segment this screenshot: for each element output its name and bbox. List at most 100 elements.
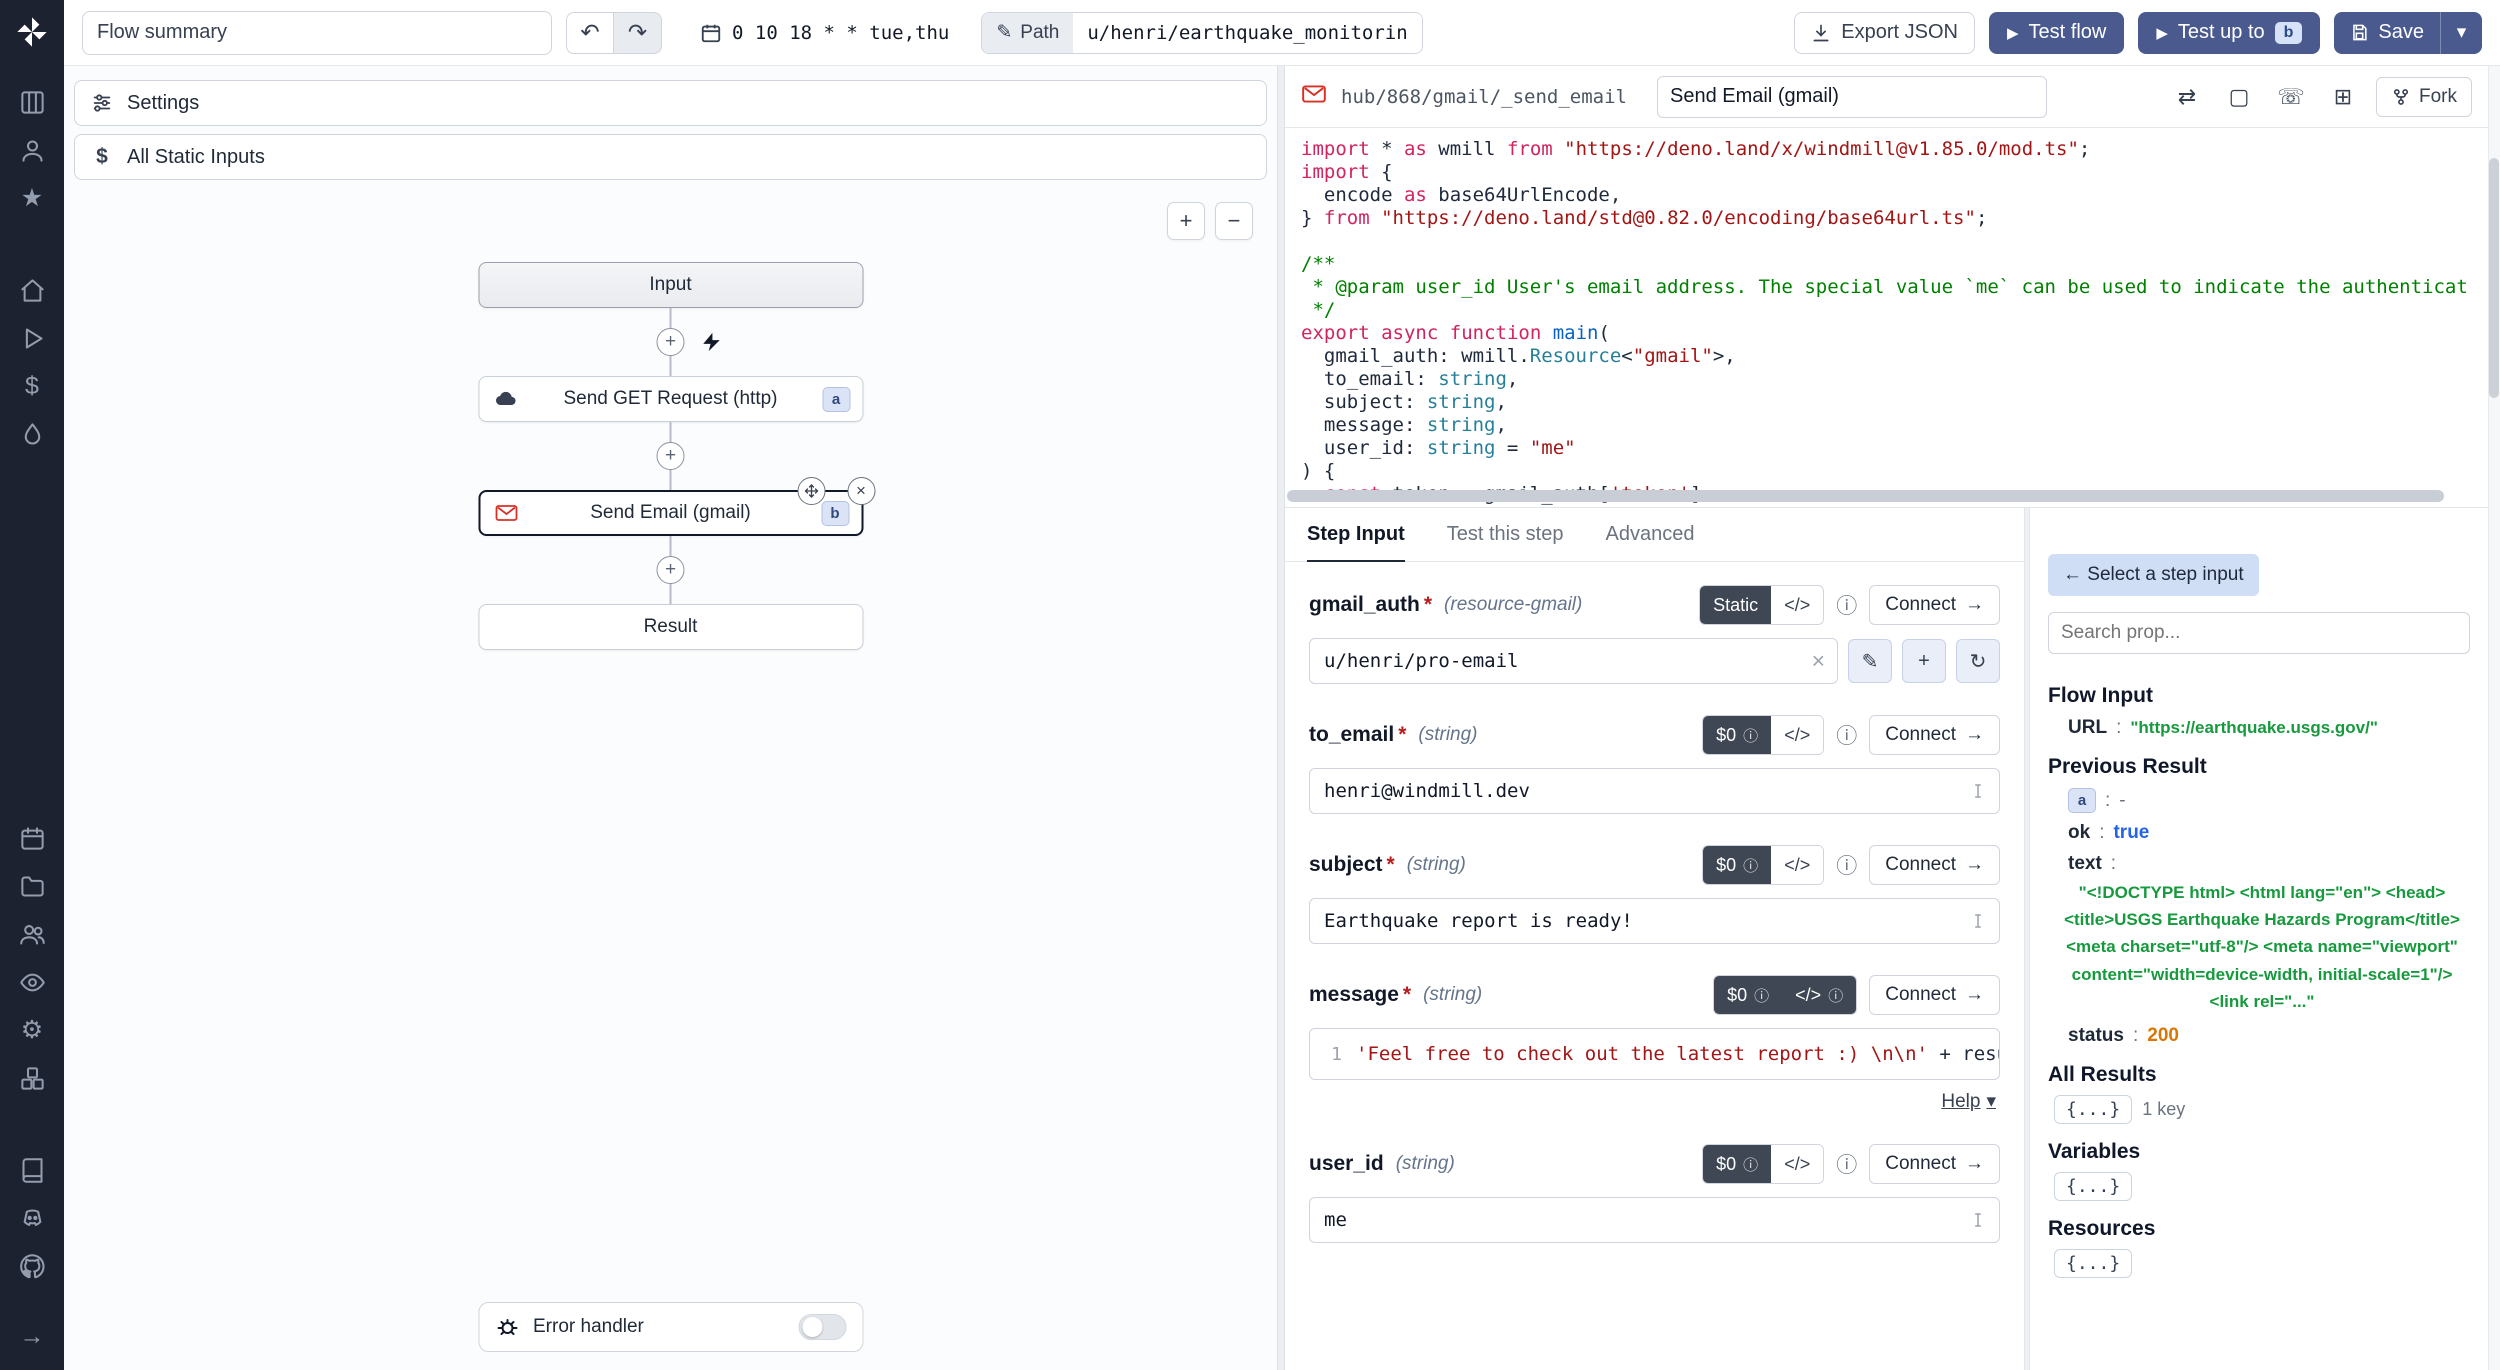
horizontal-scrollbar[interactable]: [1287, 490, 2444, 502]
schedule-display[interactable]: 0 10 18 * * tue,thu: [700, 22, 949, 44]
folders-icon[interactable]: [12, 866, 52, 906]
flow-summary-input[interactable]: [82, 11, 552, 55]
panel-resize-handle[interactable]: [1277, 66, 1285, 1370]
variables-object-chip[interactable]: {...}: [2054, 1172, 2132, 1201]
all-static-inputs-bar[interactable]: $ All Static Inputs: [74, 134, 1267, 180]
flow-canvas[interactable]: + − Input +: [64, 184, 1277, 1370]
code-mode-button[interactable]: </>ⓘ: [1782, 976, 1856, 1014]
delete-node-button[interactable]: ×: [847, 477, 875, 505]
code-mode-button[interactable]: </>: [1771, 846, 1823, 884]
node-http-get[interactable]: Send GET Request (http) a: [478, 376, 863, 422]
home-icon[interactable]: [12, 270, 52, 310]
tab-test-this-step[interactable]: Test this step: [1447, 508, 1564, 562]
swap-icon[interactable]: ⇄: [2168, 78, 2206, 116]
connect-button[interactable]: Connect→: [1869, 585, 2000, 625]
scrollbar-thumb[interactable]: [2489, 158, 2499, 398]
schedules-calendar-icon[interactable]: [12, 818, 52, 858]
error-handler-toggle[interactable]: [798, 1314, 846, 1340]
code-mode-button[interactable]: </>: [1771, 716, 1823, 754]
select-step-input-button[interactable]: ← Select a step input: [2048, 554, 2259, 596]
settings-bar[interactable]: Settings: [74, 80, 1267, 126]
subject-input[interactable]: [1309, 898, 2000, 944]
to-email-input[interactable]: [1309, 768, 2000, 814]
prop-row-ok[interactable]: ok : true: [2068, 822, 2470, 844]
workers-boxes-icon[interactable]: [12, 1058, 52, 1098]
expr-badge[interactable]: $0ⓘ: [1703, 1145, 1771, 1183]
user-icon[interactable]: [12, 130, 52, 170]
windmill-logo-icon[interactable]: [12, 12, 52, 52]
prop-row-status[interactable]: status : 200: [2068, 1025, 2470, 1047]
code-mode-button[interactable]: </>: [1771, 1145, 1823, 1183]
text-value[interactable]: "<!DOCTYPE html> <html lang="en"> <head>…: [2054, 879, 2470, 1015]
static-mode-button[interactable]: Static: [1700, 586, 1771, 624]
settings-gear-icon[interactable]: ⚙: [12, 1010, 52, 1050]
add-resource-button[interactable]: +: [1902, 639, 1946, 683]
info-icon[interactable]: ⓘ: [1836, 850, 1857, 880]
vertical-scrollbar[interactable]: [2488, 66, 2500, 1370]
test-flow-button[interactable]: ▶ Test flow: [1989, 12, 2124, 54]
clear-icon[interactable]: ×: [1812, 648, 1825, 675]
move-node-handle[interactable]: [797, 477, 825, 505]
message-expression-editor[interactable]: 1 'Feel free to check out the latest rep…: [1309, 1028, 2000, 1080]
node-input[interactable]: Input: [478, 262, 863, 308]
tab-step-input[interactable]: Step Input: [1307, 508, 1405, 562]
redo-button[interactable]: ↷: [614, 12, 662, 54]
zoom-out-button[interactable]: −: [1215, 202, 1253, 240]
zoom-in-button[interactable]: +: [1167, 202, 1205, 240]
test-up-to-button[interactable]: ▶ Test up to b: [2138, 12, 2320, 54]
grid-icon[interactable]: ⊞: [2324, 78, 2362, 116]
connect-button[interactable]: Connect→: [1869, 715, 2000, 755]
prop-row-text[interactable]: text :: [2068, 853, 2470, 875]
text-cursor-icon[interactable]: [1969, 1211, 1987, 1229]
text-cursor-icon[interactable]: [1969, 912, 1987, 930]
info-icon[interactable]: ⓘ: [1836, 1149, 1857, 1179]
prop-row-url[interactable]: URL : "https://earthquake.usgs.gov/": [2068, 717, 2470, 739]
box-icon[interactable]: ▢: [2220, 78, 2258, 116]
star-icon[interactable]: ★: [12, 178, 52, 218]
runs-play-icon[interactable]: [12, 318, 52, 358]
path-edit-segment[interactable]: ✎ Path: [982, 13, 1073, 53]
error-handler-bar[interactable]: Error handler: [478, 1302, 863, 1352]
phone-icon[interactable]: ☏: [2272, 78, 2310, 116]
info-icon[interactable]: ⓘ: [1836, 590, 1857, 620]
save-button[interactable]: Save: [2334, 12, 2440, 54]
insert-step-button[interactable]: +: [657, 442, 685, 470]
save-dropdown-button[interactable]: ▾: [2440, 12, 2482, 54]
edit-resource-button[interactable]: ✎: [1848, 639, 1892, 683]
variables-dollar-icon[interactable]: $: [12, 366, 52, 406]
refresh-resource-button[interactable]: ↻: [1956, 639, 2000, 683]
expr-badge[interactable]: $0ⓘ: [1703, 846, 1771, 884]
groups-users-icon[interactable]: [12, 914, 52, 954]
insert-step-button[interactable]: +: [657, 328, 685, 356]
columns-icon[interactable]: [12, 82, 52, 122]
discord-icon[interactable]: [12, 1198, 52, 1238]
audit-eye-icon[interactable]: [12, 962, 52, 1002]
text-cursor-icon[interactable]: [1969, 782, 1987, 800]
insert-step-button[interactable]: +: [657, 556, 685, 584]
resources-droplet-icon[interactable]: [12, 414, 52, 454]
tab-advanced[interactable]: Advanced: [1605, 508, 1694, 562]
github-icon[interactable]: [12, 1246, 52, 1286]
fork-button[interactable]: Fork: [2376, 77, 2472, 117]
code-editor[interactable]: import * as wmill from "https://deno.lan…: [1301, 138, 2488, 506]
help-toggle[interactable]: Help▾: [1941, 1090, 1996, 1113]
node-gmail-send[interactable]: × Send Email (gmail) b: [478, 490, 863, 536]
step-summary-input[interactable]: [1657, 76, 2047, 118]
code-mode-button[interactable]: </>: [1771, 586, 1823, 624]
node-result[interactable]: Result: [478, 604, 863, 650]
trigger-bolt-icon[interactable]: [701, 331, 723, 353]
expr-badge[interactable]: $0ⓘ: [1703, 716, 1771, 754]
expr-badge[interactable]: $0ⓘ: [1714, 976, 1782, 1014]
docs-book-icon[interactable]: [12, 1150, 52, 1190]
connect-button[interactable]: Connect→: [1869, 975, 2000, 1015]
prop-row-step-a[interactable]: a : -: [2068, 788, 2470, 813]
undo-button[interactable]: ↶: [566, 12, 614, 54]
path-chip[interactable]: ✎ Path u/henri/earthquake_monitorin: [981, 12, 1422, 54]
gmail-auth-input[interactable]: [1309, 638, 1838, 684]
export-json-button[interactable]: Export JSON: [1794, 12, 1975, 54]
search-prop-input[interactable]: [2048, 612, 2470, 654]
info-icon[interactable]: ⓘ: [1836, 720, 1857, 750]
expand-sidebar-arrow-icon[interactable]: →: [12, 1316, 52, 1356]
user-id-input[interactable]: [1309, 1197, 2000, 1243]
connect-button[interactable]: Connect→: [1869, 845, 2000, 885]
